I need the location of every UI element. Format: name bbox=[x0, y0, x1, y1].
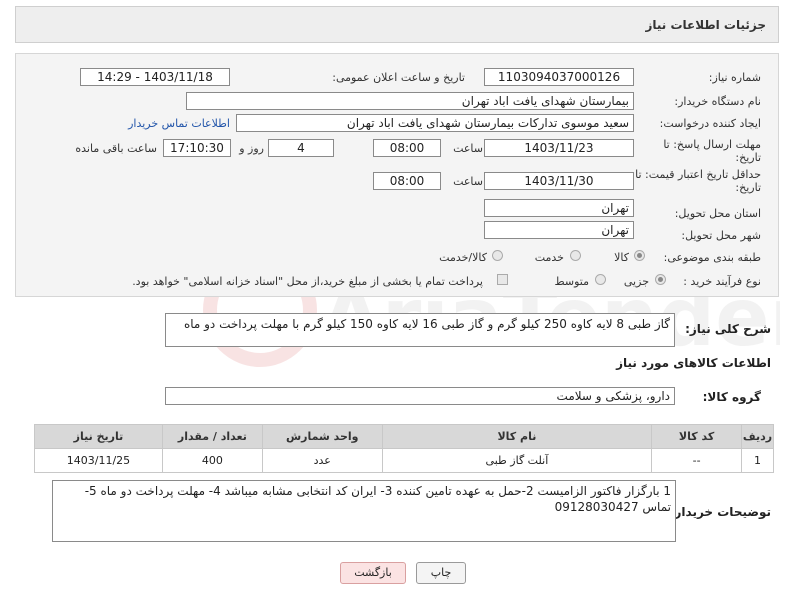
province-label: استان محل تحویل: bbox=[674, 207, 761, 220]
need-number-field: 1103094037000126 bbox=[484, 68, 634, 86]
purchase-type-label: نوع فرآیند خرید : bbox=[683, 275, 761, 288]
cell-quantity: 400 bbox=[161, 448, 263, 473]
page-title: جزئیات اطلاعات نیاز bbox=[645, 18, 766, 32]
requester-label: ایجاد کننده درخواست: bbox=[659, 117, 761, 130]
reply-deadline-date-field: 1403/11/23 bbox=[484, 139, 634, 157]
purchase-type-radio-medium[interactable] bbox=[595, 274, 606, 285]
announce-datetime-label: تاریخ و ساعت اعلان عمومی: bbox=[332, 71, 465, 84]
col-row-number: ردیف bbox=[741, 424, 774, 449]
category-option-goods-service: کالا/خدمت bbox=[439, 251, 487, 264]
category-option-goods: کالا bbox=[614, 251, 629, 264]
col-unit: واحد شمارش bbox=[261, 424, 383, 449]
buyer-notes-label: توضیحات خریدار: bbox=[669, 505, 771, 519]
requester-field: سعید موسوی تدارکات بیمارستان شهدای یافت … bbox=[236, 114, 634, 132]
treasury-payment-note: پرداخت تمام یا بخشی از مبلغ خرید،از محل … bbox=[132, 275, 483, 288]
buyer-org-field: بیمارستان شهدای یافت اباد تهران bbox=[186, 92, 634, 110]
cell-row-number: 1 bbox=[741, 448, 774, 473]
goods-table-header: ردیف کد کالا نام کالا واحد شمارش تعداد /… bbox=[34, 424, 774, 449]
buyer-notes-textarea: 1 بارگزار فاکتور الزامیست 2-حمل به عهده … bbox=[52, 480, 676, 542]
price-validity-date-field: 1403/11/30 bbox=[484, 172, 634, 190]
announce-datetime-field: 1403/11/18 - 14:29 bbox=[80, 68, 230, 86]
buyer-contact-link[interactable]: اطلاعات تماس خریدار bbox=[128, 117, 230, 130]
remaining-time-field: 17:10:30 bbox=[163, 139, 231, 157]
category-radio-goods[interactable] bbox=[634, 250, 645, 261]
description-label: شرح کلی نیاز: bbox=[685, 322, 771, 336]
city-field: تهران bbox=[484, 221, 634, 239]
col-quantity: تعداد / مقدار bbox=[161, 424, 263, 449]
table-row: 1 -- آنلت گاز طبی عدد 400 1403/11/25 bbox=[34, 448, 774, 473]
col-need-date: تاریخ نیاز bbox=[34, 424, 163, 449]
goods-info-title: اطلاعات کالاهای مورد نیاز bbox=[616, 356, 771, 370]
col-goods-name: نام کالا bbox=[381, 424, 653, 449]
category-radio-service[interactable] bbox=[570, 250, 581, 261]
price-validity-label-date: تاریخ: bbox=[735, 181, 761, 194]
remaining-days-field: 4 bbox=[268, 139, 334, 157]
price-validity-label: حداقل تاریخ اعتبار قیمت: تا bbox=[635, 168, 761, 181]
purchase-type-radio-minor[interactable] bbox=[655, 274, 666, 285]
category-option-service: خدمت bbox=[534, 251, 564, 264]
page-header: جزئیات اطلاعات نیاز bbox=[15, 6, 779, 43]
category-label: طبقه بندی موضوعی: bbox=[663, 251, 761, 264]
treasury-payment-checkbox[interactable] bbox=[497, 274, 508, 285]
cell-need-date: 1403/11/25 bbox=[34, 448, 163, 473]
print-button[interactable]: چاپ bbox=[416, 562, 466, 584]
reply-deadline-label: مهلت ارسال پاسخ: تا bbox=[663, 138, 761, 151]
goods-group-label: گروه کالا: bbox=[702, 390, 761, 404]
description-textarea: گاز طبی 8 لایه کاوه 250 کیلو گرم و گاز ط… bbox=[165, 313, 675, 347]
back-button[interactable]: بازگشت bbox=[340, 562, 406, 584]
need-number-label: شماره نیاز: bbox=[708, 71, 761, 84]
purchase-type-option-minor: جزیی bbox=[623, 275, 649, 288]
goods-table: ردیف کد کالا نام کالا واحد شمارش تعداد /… bbox=[34, 424, 774, 473]
province-field: تهران bbox=[484, 199, 634, 217]
remaining-days-label: روز و bbox=[239, 142, 264, 155]
buyer-org-label: نام دستگاه خریدار: bbox=[674, 95, 761, 108]
purchase-type-option-medium: متوسط bbox=[554, 275, 589, 288]
cell-goods-code: -- bbox=[651, 448, 743, 473]
reply-deadline-time-label: ساعت bbox=[453, 142, 483, 155]
category-radio-goods-service[interactable] bbox=[492, 250, 503, 261]
remaining-time-label: ساعت باقی مانده bbox=[75, 142, 157, 155]
cell-unit: عدد bbox=[261, 448, 383, 473]
price-validity-time-field: 08:00 bbox=[373, 172, 441, 190]
reply-deadline-time-field: 08:00 bbox=[373, 139, 441, 157]
cell-goods-name: آنلت گاز طبی bbox=[381, 448, 653, 473]
city-label: شهر محل تحویل: bbox=[681, 229, 761, 242]
goods-group-field: دارو، پزشکی و سلامت bbox=[165, 387, 675, 405]
reply-deadline-label-date: تاریخ: bbox=[735, 151, 761, 164]
col-goods-code: کد کالا bbox=[651, 424, 743, 449]
price-validity-time-label: ساعت bbox=[453, 175, 483, 188]
